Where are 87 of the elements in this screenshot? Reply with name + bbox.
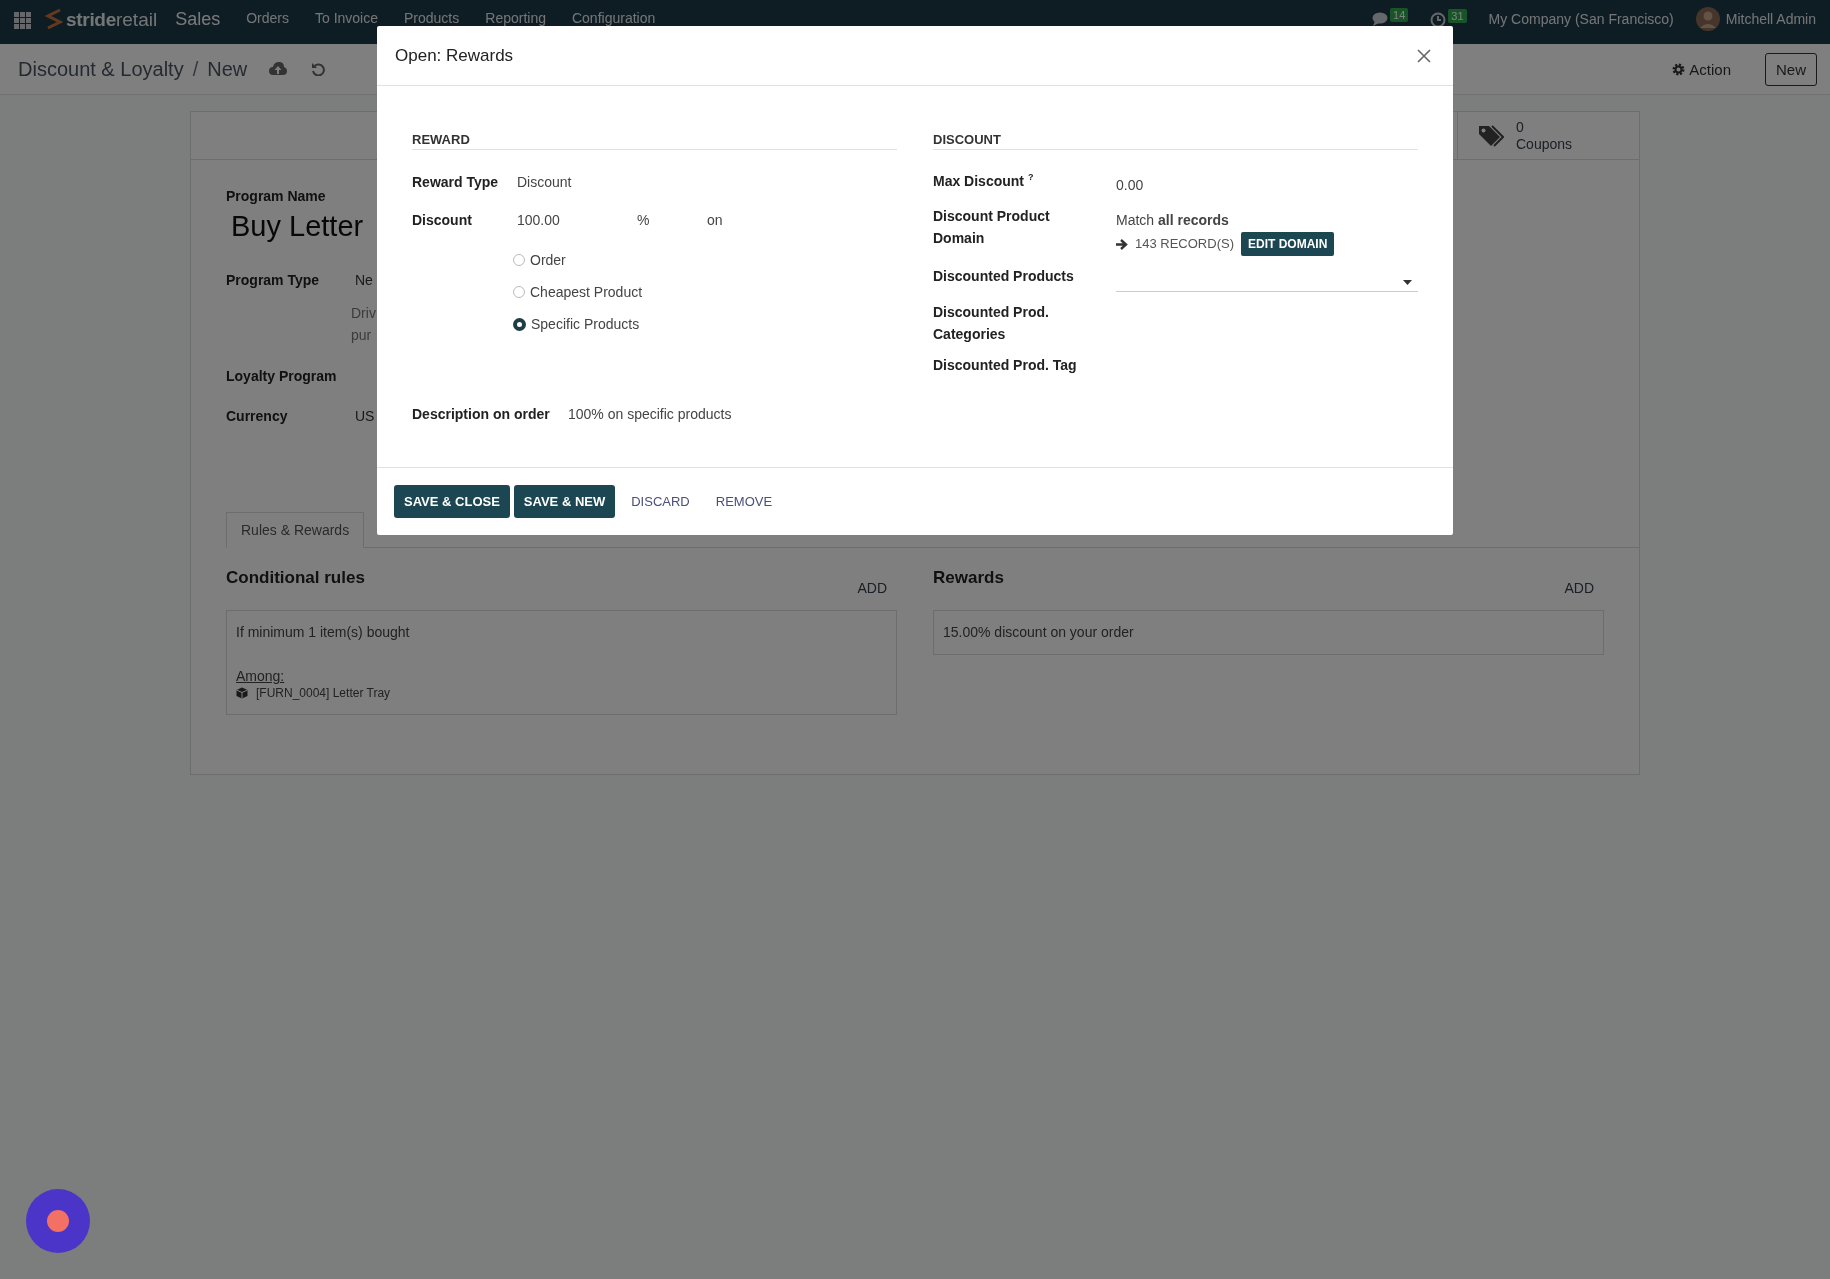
domain-summary: Match all records: [1116, 211, 1230, 230]
rule-text: If minimum 1 item(s) bought: [236, 624, 411, 640]
among-label: Among:: [236, 668, 286, 684]
clock-icon: [1430, 12, 1447, 28]
avatar-icon: [1695, 7, 1720, 31]
save-button[interactable]: [267, 60, 290, 78]
menu-item[interactable]: Orders: [246, 10, 289, 26]
section-title: Conditional rules: [226, 568, 365, 588]
section-heading: REWARD: [412, 132, 897, 150]
close-icon: [1417, 48, 1431, 63]
radio-button[interactable]: [513, 317, 526, 331]
section-heading: DISCOUNT: [933, 132, 1418, 150]
user-menu[interactable]: Mitchell Admin: [1695, 7, 1816, 31]
product-name: [FURN_0004] Letter Tray: [256, 686, 391, 700]
chat-icon: [1372, 12, 1389, 26]
radio-label[interactable]: Specific Products: [531, 316, 640, 332]
app-name[interactable]: Sales: [175, 9, 221, 30]
dot-icon: [47, 1210, 69, 1232]
cloud-upload-icon: [269, 62, 288, 76]
menu-item[interactable]: To Invoice: [314, 10, 378, 26]
logo-mark-icon: [45, 8, 63, 32]
add-link[interactable]: ADD: [1564, 580, 1594, 596]
menu-item[interactable]: Products: [404, 10, 460, 26]
tags-icon: [1478, 124, 1504, 147]
field-value: US: [355, 408, 375, 424]
arrow-right-icon: [1116, 238, 1128, 250]
undo-icon: [311, 62, 326, 76]
apps-menu-button[interactable]: [14, 12, 31, 29]
field-label: Reward Type: [412, 174, 500, 190]
radio-label[interactable]: Order: [530, 252, 566, 268]
gear-icon: [1672, 62, 1686, 76]
discount-unit-select[interactable]: %: [637, 212, 707, 228]
program-name-value: Buy Letter: [231, 210, 364, 243]
user-name: Mitchell Admin: [1725, 11, 1816, 27]
rule-card[interactable]: If minimum 1 item(s) bought Among: [FURN_0004] Letter Tray: [226, 610, 897, 715]
logo-text: stride: [66, 9, 116, 31]
breadcrumb-link[interactable]: Discount & Loyalty: [18, 57, 184, 81]
caret-icon: [1403, 279, 1412, 285]
field-label: Discount Product Domain: [933, 207, 1051, 248]
new-button[interactable]: New: [1765, 52, 1817, 86]
section-title: Rewards: [933, 568, 1004, 588]
edit-domain-button[interactable]: EDIT DOMAIN: [1240, 232, 1335, 256]
action-menu-button[interactable]: Action: [1666, 59, 1737, 79]
field-label: Currency: [226, 408, 289, 426]
discard-changes-button[interactable]: [309, 60, 328, 78]
help-text: pur: [351, 326, 373, 345]
coupon-label: Coupons: [1516, 135, 1573, 153]
text-button[interactable]: DISCARD: [621, 485, 700, 518]
grid-icon: [14, 12, 31, 29]
company-switcher[interactable]: My Company (San Francisco): [1488, 11, 1674, 27]
on-text: on: [707, 212, 723, 228]
help-text: Driv: [351, 304, 376, 323]
field-label: Discount: [412, 212, 473, 230]
breadcrumb-current: New: [207, 57, 248, 81]
reward-card[interactable]: 15.00% discount on your order: [933, 610, 1604, 655]
add-link[interactable]: ADD: [857, 580, 887, 596]
dialog-title: Open: Rewards: [395, 45, 514, 66]
logo-text: retail: [115, 9, 158, 31]
records-link[interactable]: 143 RECORD(S): [1116, 233, 1234, 255]
field-label: Program Name: [226, 188, 326, 204]
field-label: Discounted Prod. Tag: [933, 356, 1078, 375]
description-field[interactable]: 100% on specific products: [568, 406, 732, 422]
breadcrumb-separator: /: [192, 57, 199, 81]
coupon-count: 0: [1516, 118, 1524, 136]
field-label: Discounted Prod. Categories: [933, 303, 1050, 344]
activity-count-badge: 31: [1448, 9, 1467, 23]
field-label: Max Discount $^{?}$: [933, 171, 1035, 191]
reward-text: 15.00% discount on your order: [943, 624, 1135, 640]
reward-type-value[interactable]: Discount: [517, 174, 572, 190]
field-label: Discounted Products: [933, 267, 1075, 286]
primary-button[interactable]: SAVE & CLOSE: [394, 485, 510, 518]
field-label: Loyalty Program: [226, 368, 338, 386]
field-value: Ne: [355, 272, 374, 288]
text-button[interactable]: REMOVE: [705, 485, 783, 518]
radio-button[interactable]: [513, 286, 525, 298]
discount-amount-field[interactable]: 100.00: [517, 212, 637, 228]
max-discount-field[interactable]: 0.00: [1116, 174, 1144, 196]
radio-label[interactable]: Cheapest Product: [530, 284, 643, 300]
tab[interactable]: Rules & Rewards: [226, 512, 365, 548]
box-icon: [236, 687, 248, 699]
message-count-badge: 14: [1390, 8, 1409, 22]
menu-item[interactable]: Configuration: [571, 10, 656, 26]
action-label: Action: [1689, 60, 1731, 78]
primary-button[interactable]: SAVE & NEW: [513, 485, 616, 518]
field-label: Description on order: [412, 406, 551, 422]
menu-item[interactable]: Reporting: [485, 10, 546, 26]
radio-button[interactable]: [513, 254, 525, 266]
